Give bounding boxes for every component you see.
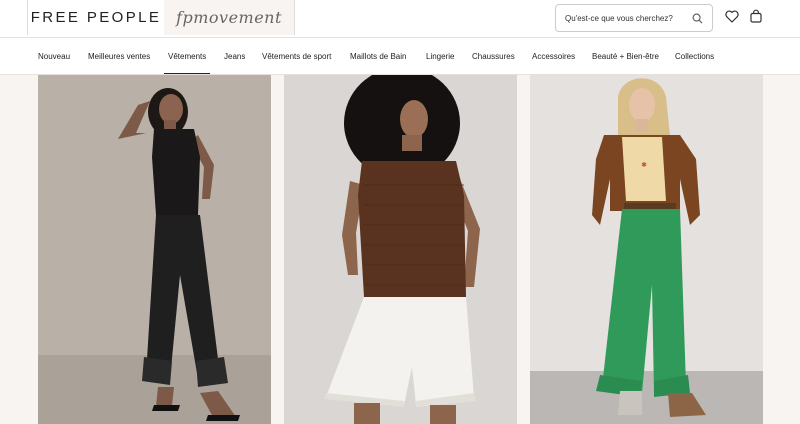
nav-meilleures-ventes[interactable]: Meilleures ventes <box>88 38 150 74</box>
nav-lingerie[interactable]: Lingerie <box>426 38 454 74</box>
bag-icon[interactable] <box>748 8 764 24</box>
nav-nouveau[interactable]: Nouveau <box>38 38 70 74</box>
search-icon[interactable] <box>688 13 706 24</box>
nav-beaute-bien-etre[interactable]: Beauté + Bien-être <box>592 38 659 74</box>
search-bar[interactable]: Qu'est-ce que vous cherchez? <box>555 4 713 32</box>
free-people-logo[interactable]: FREE PEOPLE <box>27 0 165 35</box>
nav-vetements-de-sport[interactable]: Vêtements de sport <box>262 38 331 74</box>
product-image-2[interactable] <box>284 75 517 424</box>
product-card-2[interactable] <box>284 75 517 424</box>
fp-movement-logo[interactable]: fpmovement <box>164 0 295 35</box>
nav-jeans[interactable]: Jeans <box>224 38 245 74</box>
product-card-1[interactable] <box>38 75 271 424</box>
logo-text: FREE PEOPLE <box>30 9 162 26</box>
nav-chaussures[interactable]: Chaussures <box>472 38 515 74</box>
product-image-1[interactable] <box>38 75 271 424</box>
header: FREE PEOPLE fpmovement Qu'est-ce que vou… <box>0 0 800 38</box>
search-input[interactable]: Qu'est-ce que vous cherchez? <box>565 14 688 23</box>
main-nav: Nouveau Meilleures ventes Vêtements Jean… <box>0 38 800 75</box>
nav-vetements[interactable]: Vêtements <box>163 38 211 74</box>
product-image-3[interactable]: ✱ <box>530 75 763 424</box>
nav-collections[interactable]: Collections <box>675 38 714 74</box>
fp-movement-wordmark: fpmovement <box>176 8 282 27</box>
product-card-3[interactable]: ✱ <box>530 75 763 424</box>
heart-icon[interactable] <box>724 8 740 24</box>
nav-accessoires[interactable]: Accessoires <box>532 38 575 74</box>
nav-maillots-de-bain[interactable]: Maillots de Bain <box>350 38 406 74</box>
tee-graphic-text: ✱ <box>641 161 647 169</box>
